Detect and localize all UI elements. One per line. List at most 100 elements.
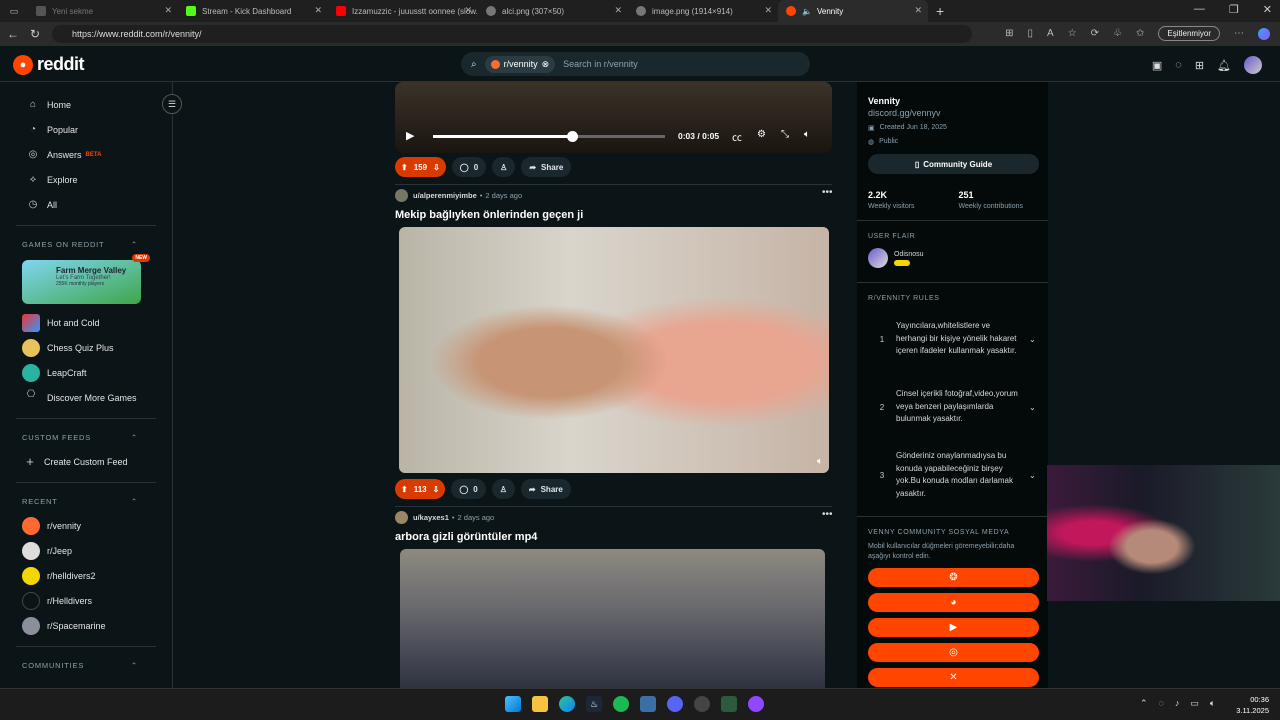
post-video[interactable]: 🔈︎ [399, 227, 829, 473]
more-icon[interactable]: ⋯ [1234, 28, 1244, 39]
obs-icon[interactable] [694, 696, 710, 712]
chevron-down-icon[interactable]: ⌄ [1029, 471, 1036, 480]
chevron-down-icon[interactable]: ⌄ [1029, 403, 1036, 412]
post-title[interactable]: Mekip bağlıyken önlerinden geçen ji [395, 209, 583, 221]
social-link-button[interactable]: ✕ [868, 668, 1039, 687]
award-button[interactable]: ♙ [491, 479, 515, 499]
user-avatar[interactable] [1244, 56, 1262, 74]
game-hot-and-cold[interactable]: Hot and Cold [0, 310, 172, 335]
games-section-header[interactable]: GAMES ON REDDIT ⌃ [0, 232, 172, 256]
comments-button[interactable]: ◯ 0 [451, 479, 486, 499]
chevron-up-icon[interactable]: ⌃ [131, 497, 138, 506]
recent-header[interactable]: RECENT ⌃ [0, 489, 172, 513]
more-options-icon[interactable]: ••• [822, 187, 832, 198]
close-icon[interactable]: ✕ [464, 5, 472, 16]
browser-essentials-icon[interactable]: ♧ [1113, 28, 1122, 39]
speaker-icon[interactable]: 🔈 [802, 7, 812, 16]
browser-tab[interactable]: Stream - Kick Dashboard ✕ [178, 0, 328, 22]
featured-game-card[interactable]: Farm Merge Valley Let's Farm Together! 2… [22, 254, 150, 304]
settings-icon[interactable]: ⚙ [757, 129, 766, 144]
collapse-sidebar-button[interactable]: ☰ [162, 94, 182, 114]
browser-tab[interactable]: alci.png (307×50) ✕ [478, 0, 628, 22]
copilot-icon[interactable] [1258, 27, 1270, 40]
apps-icon[interactable]: ⊞ [1005, 28, 1013, 39]
browser-tab[interactable]: Yeni sekme ✕ [28, 0, 178, 22]
chevron-up-icon[interactable]: ⌃ [131, 661, 138, 670]
post-author[interactable]: u/alperenmiyimbe [413, 191, 477, 200]
create-custom-feed[interactable]: + Create Custom Feed [0, 449, 172, 474]
maximize-icon[interactable]: ❐ [1229, 3, 1239, 16]
recent-vennity[interactable]: r/vennity [0, 513, 172, 538]
mic-icon[interactable]: ♪ [1175, 698, 1180, 709]
community-link[interactable]: discord.gg/vennyv [868, 108, 1038, 118]
post-title[interactable]: arbora gizli görüntüler mp4 [395, 531, 537, 543]
recent-helldivers2[interactable]: r/helldivers2 [0, 563, 172, 588]
game-leapcraft[interactable]: LeapCraft [0, 360, 172, 385]
downvote-icon[interactable]: ⇩ [433, 163, 440, 172]
custom-feeds-header[interactable]: CUSTOM FEEDS ⌃ [0, 425, 172, 449]
read-aloud-icon[interactable]: A [1047, 28, 1054, 39]
user-flair[interactable]: Odisnosu [868, 248, 1038, 268]
post-author[interactable]: u/kayxes1 [413, 513, 449, 522]
file-explorer-icon[interactable] [532, 696, 548, 712]
video-scrubber-handle[interactable] [567, 131, 579, 142]
video-player[interactable]: ▶ 0:03 / 0:05 ㏄ ⚙ ⤡ 🔈︎ [395, 82, 832, 153]
captions-icon[interactable]: ㏄ [732, 129, 742, 144]
close-icon[interactable]: ✕ [314, 5, 322, 16]
close-icon[interactable]: ✕ [164, 5, 172, 16]
collections-icon[interactable]: ✩ [1136, 28, 1144, 39]
twitch-icon[interactable] [748, 696, 764, 712]
discover-more-games[interactable]: ⎔ Discover More Games [0, 385, 172, 410]
play-icon[interactable]: ▶ [406, 129, 414, 142]
upvote-icon[interactable]: ⬆ [401, 163, 408, 172]
upvote-icon[interactable]: ⬆ [401, 485, 408, 494]
close-icon[interactable]: ✕ [914, 5, 922, 16]
browser-tab-active[interactable]: 🔈 Vennity ✕ [778, 0, 928, 22]
close-window-icon[interactable]: ✕ [1263, 3, 1272, 16]
volume-icon[interactable]: 🔈︎ [817, 456, 823, 467]
nav-answers[interactable]: ◎ Answers BETA [0, 142, 172, 167]
extensions-icon[interactable]: ⟳ [1091, 28, 1099, 39]
nav-home[interactable]: ⌂ Home [0, 92, 172, 117]
search-scope-chip[interactable]: r/vennity ⊗ [484, 55, 556, 73]
social-link-button[interactable]: ◕ [868, 593, 1039, 612]
communities-header[interactable]: COMMUNITIES ⌃ [0, 653, 172, 677]
game-chess-quiz-plus[interactable]: Chess Quiz Plus [0, 335, 172, 360]
chevron-down-icon[interactable]: ⌄ [1029, 335, 1036, 344]
video-scrubber[interactable] [433, 131, 665, 142]
reader-icon[interactable]: ▯ [1028, 28, 1034, 39]
create-post-icon[interactable]: ⊞ [1195, 59, 1204, 72]
award-button[interactable]: ♙ [492, 157, 516, 177]
spotify-icon[interactable] [613, 696, 629, 712]
nav-all[interactable]: ◷ All [0, 192, 172, 217]
refresh-icon[interactable]: ↻ [24, 27, 46, 41]
comments-button[interactable]: ◯ 0 [451, 157, 487, 177]
search-bar[interactable]: ⌕ r/vennity ⊗ Search in r/vennity [461, 52, 810, 76]
back-icon[interactable]: ← [2, 27, 24, 41]
post-video[interactable] [400, 549, 825, 688]
recent-helldivers[interactable]: r/Helldivers [0, 588, 172, 613]
community-guide-button[interactable]: ▯ Community Guide [868, 154, 1039, 174]
downvote-icon[interactable]: ⇩ [433, 485, 440, 494]
sync-status-button[interactable]: Eşitlenmiyor [1158, 26, 1220, 41]
reddit-logo[interactable]: ● reddit [13, 54, 85, 75]
close-icon[interactable]: ✕ [764, 5, 772, 16]
chat-icon[interactable]: ◌ [1175, 59, 1182, 71]
network-icon[interactable]: ◌ [1159, 698, 1164, 709]
new-tab-button[interactable]: + [936, 3, 944, 19]
user-avatar[interactable] [395, 511, 408, 524]
steam-icon[interactable]: ♨ [586, 696, 602, 712]
volume-icon[interactable]: 🔈︎ [1210, 698, 1215, 709]
fullscreen-icon[interactable]: ⤡ [781, 129, 789, 144]
url-field[interactable]: https://www.reddit.com/r/vennity/ [52, 25, 972, 43]
social-link-button[interactable]: ▶ [868, 618, 1039, 637]
social-link-button[interactable]: ◎ [868, 643, 1039, 662]
close-icon[interactable]: ✕ [614, 5, 622, 16]
share-button[interactable]: ➦ Share [520, 479, 571, 499]
app-icon[interactable] [640, 696, 656, 712]
terminal-icon[interactable] [721, 696, 737, 712]
discord-icon[interactable] [667, 696, 683, 712]
start-icon[interactable] [505, 696, 521, 712]
social-link-button[interactable]: ❂ [868, 568, 1039, 587]
volume-icon[interactable]: 🔈︎ [804, 129, 810, 144]
